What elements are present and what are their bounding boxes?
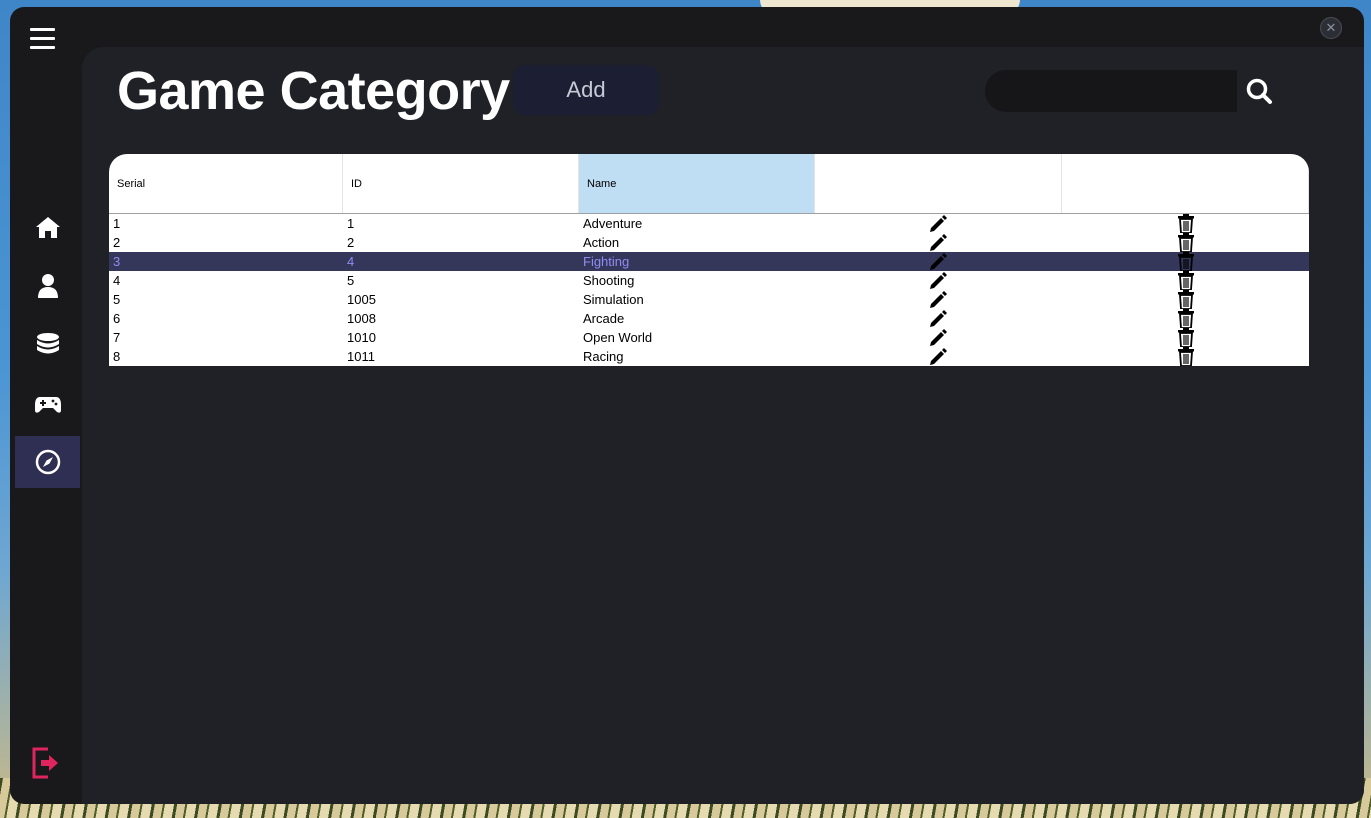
cell-serial: 1 (113, 216, 121, 231)
trash-icon[interactable] (1177, 271, 1197, 291)
cell-id: 5 (347, 273, 355, 288)
pencil-icon[interactable] (928, 214, 948, 233)
cell-name: Fighting (583, 254, 630, 269)
cell-name: Arcade (583, 311, 625, 326)
trash-icon[interactable] (1177, 233, 1197, 253)
close-button[interactable]: ✕ (1320, 17, 1342, 39)
pencil-icon[interactable] (928, 347, 948, 366)
add-button[interactable]: Add (513, 65, 659, 115)
table-row[interactable]: 3 4 Fighting (109, 252, 1309, 272)
cell-serial: 4 (113, 273, 121, 288)
column-header-delete[interactable] (1062, 154, 1309, 213)
trash-icon[interactable] (1177, 252, 1197, 272)
search-input[interactable] (985, 70, 1237, 112)
sidebar-item-user[interactable] (15, 260, 80, 312)
table-row[interactable]: 8 1011 Racing (109, 347, 1309, 366)
trash-icon[interactable] (1177, 347, 1197, 366)
table-row[interactable]: 6 1008 Arcade (109, 309, 1309, 329)
table-row[interactable]: 2 2 Action (109, 233, 1309, 253)
trash-icon[interactable] (1177, 328, 1197, 348)
cell-serial: 2 (113, 235, 121, 250)
cell-serial: 5 (113, 292, 121, 307)
cell-id: 1011 (347, 349, 375, 364)
cell-name: Adventure (583, 216, 643, 231)
cell-id: 1 (347, 216, 355, 231)
cell-name: Shooting (583, 273, 635, 288)
trash-icon[interactable] (1177, 214, 1197, 234)
trash-icon[interactable] (1177, 290, 1197, 310)
cell-serial: 7 (113, 330, 121, 345)
logout-icon[interactable] (32, 747, 60, 779)
gamepad-icon (34, 397, 61, 413)
app-window: ✕ Game Category Add Serial ID Name 1 1 A… (10, 7, 1364, 804)
cell-serial: 8 (113, 349, 121, 364)
table-row[interactable]: 5 1005 Simulation (109, 290, 1309, 310)
cell-name: Open World (583, 330, 653, 345)
search-icon[interactable] (1245, 77, 1275, 107)
main-panel: Game Category Add Serial ID Name 1 1 Adventu… (82, 47, 1364, 804)
column-header-id[interactable]: ID (343, 154, 579, 213)
cell-id: 2 (347, 235, 355, 250)
hamburger-icon[interactable] (30, 28, 55, 50)
category-table: Serial ID Name 1 1 Adventure 2 2 Action 3 4 Fighti… (109, 154, 1309, 366)
cell-name: Simulation (583, 292, 644, 307)
database-icon (36, 333, 59, 354)
compass-icon (35, 449, 60, 475)
sidebar-item-home[interactable] (15, 201, 80, 253)
pencil-icon[interactable] (928, 290, 948, 309)
cell-id: 1010 (347, 330, 376, 345)
table-row[interactable]: 4 5 Shooting (109, 271, 1309, 291)
cell-name: Action (583, 235, 620, 250)
pencil-icon[interactable] (928, 328, 948, 347)
pencil-icon[interactable] (928, 233, 948, 252)
cell-name: Racing (583, 349, 624, 364)
cell-serial: 3 (113, 254, 121, 269)
sidebar-item-games[interactable] (15, 378, 80, 430)
pencil-icon[interactable] (928, 252, 948, 271)
column-header-name[interactable]: Name (579, 154, 815, 213)
user-icon (37, 274, 58, 298)
pencil-icon[interactable] (928, 309, 948, 328)
trash-icon[interactable] (1177, 309, 1197, 329)
page-title: Game Category (117, 61, 510, 121)
table-header: Serial ID Name (109, 154, 1309, 214)
column-header-serial[interactable]: Serial (109, 154, 343, 213)
cell-id: 4 (347, 254, 355, 269)
cell-serial: 6 (113, 311, 121, 326)
home-icon (35, 217, 60, 238)
cell-id: 1008 (347, 311, 376, 326)
cell-id: 1005 (347, 292, 376, 307)
table-row[interactable]: 1 1 Adventure (109, 214, 1309, 234)
column-header-edit[interactable] (815, 154, 1062, 213)
sidebar-item-database[interactable] (15, 319, 80, 371)
pencil-icon[interactable] (928, 271, 948, 290)
table-row[interactable]: 7 1010 Open World (109, 328, 1309, 348)
sidebar-item-category[interactable] (15, 436, 80, 488)
